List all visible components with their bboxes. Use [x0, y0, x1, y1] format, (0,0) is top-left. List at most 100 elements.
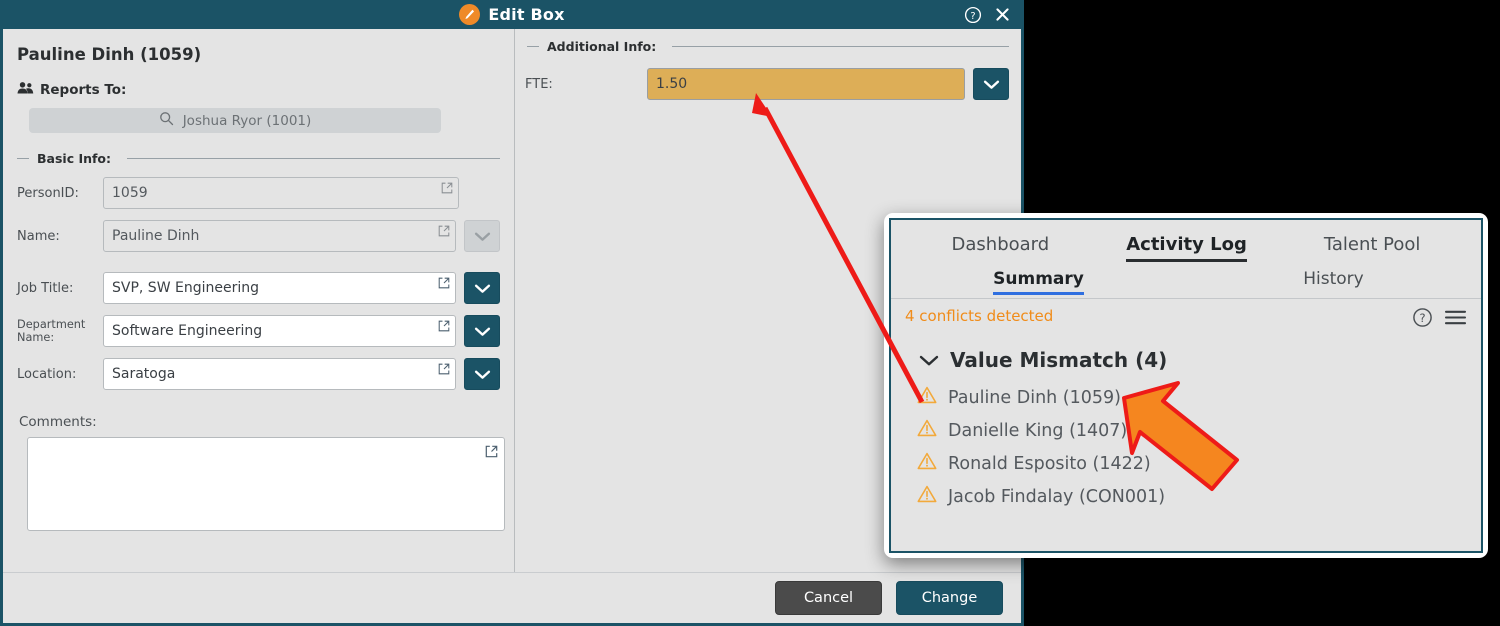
- basic-info-legend: Basic Info:: [15, 151, 500, 166]
- field-row-fte: FTE: 1.50: [525, 68, 1009, 100]
- titlebar-actions: ?: [964, 0, 1011, 29]
- field-label-personid: PersonID:: [17, 185, 79, 201]
- activity-log-content: 4 conflicts detected ? Value Mismatch (4…: [891, 298, 1481, 551]
- conflict-list: Pauline Dinh (1059) Danielle King (1407): [917, 381, 1467, 513]
- field-row-job-title: Job Title: SVP, SW Engineering: [15, 272, 500, 304]
- field-row-department-name: Department Name: Software Engineering: [15, 315, 500, 347]
- tab-summary-label: Summary: [993, 269, 1084, 295]
- list-item-label: Ronald Esposito (1422): [948, 453, 1151, 474]
- fte-input[interactable]: 1.50: [647, 68, 965, 100]
- titlebar-center: Edit Box: [3, 0, 1021, 29]
- chevron-down-icon: [474, 232, 490, 241]
- conflict-count-text: 4 conflicts detected: [905, 307, 1054, 325]
- popout-icon[interactable]: [485, 443, 498, 462]
- name-dropdown-button[interactable]: [464, 220, 500, 252]
- chevron-down-icon: [919, 348, 939, 372]
- conflict-header: 4 conflicts detected ?: [905, 307, 1467, 332]
- edit-box-dialog: Edit Box ? Pauline Dinh (1059) Reports T…: [0, 0, 1024, 626]
- warning-triangle-icon: [917, 485, 937, 508]
- comments-textarea[interactable]: [27, 437, 505, 531]
- legend-rule: [127, 158, 500, 159]
- field-row-name: Name: Pauline Dinh: [15, 220, 500, 252]
- department-name-value: Software Engineering: [112, 323, 263, 339]
- dialog-body: Pauline Dinh (1059) Reports To: Joshua R…: [3, 29, 1021, 574]
- department-name-input[interactable]: Software Engineering: [103, 315, 457, 347]
- dialog-footer: Cancel Change: [3, 572, 1021, 623]
- tab-activity-log[interactable]: Activity Log: [1126, 234, 1247, 262]
- help-circle-icon[interactable]: ?: [1412, 307, 1433, 332]
- job-title-dropdown-button[interactable]: [464, 272, 500, 304]
- close-icon[interactable]: [994, 6, 1011, 23]
- name-value: Pauline Dinh: [112, 228, 200, 244]
- legend-dash: [17, 158, 29, 159]
- list-item[interactable]: Jacob Findalay (CON001): [917, 480, 1467, 513]
- people-icon: [17, 80, 34, 99]
- comments-label: Comments:: [19, 414, 97, 430]
- field-label-department-name: Department Name:: [17, 318, 86, 344]
- chevron-down-icon: [474, 284, 490, 293]
- search-icon: [159, 111, 174, 130]
- screen-root: Edit Box ? Pauline Dinh (1059) Reports T…: [0, 0, 1500, 626]
- personid-input[interactable]: 1059: [103, 177, 459, 209]
- list-item[interactable]: Ronald Esposito (1422): [917, 447, 1467, 480]
- value-mismatch-group-header[interactable]: Value Mismatch (4): [919, 348, 1467, 372]
- list-item-label: Danielle King (1407): [948, 420, 1128, 441]
- left-pane: Pauline Dinh (1059) Reports To: Joshua R…: [3, 29, 514, 572]
- field-label-fte: FTE:: [525, 76, 553, 92]
- basic-info-legend-label: Basic Info:: [37, 151, 112, 166]
- legend-dash: [527, 46, 539, 47]
- popout-icon[interactable]: [438, 363, 450, 379]
- fte-value: 1.50: [656, 76, 688, 92]
- reports-to-label: Reports To:: [40, 81, 127, 98]
- popout-icon[interactable]: [438, 225, 450, 241]
- chevron-down-icon: [983, 80, 999, 89]
- additional-info-legend: Additional Info:: [525, 39, 1009, 54]
- list-item[interactable]: Danielle King (1407): [917, 414, 1467, 447]
- location-dropdown-button[interactable]: [464, 358, 500, 390]
- reports-to-search-input[interactable]: Joshua Ryor (1001): [29, 108, 441, 133]
- field-label-name: Name:: [17, 228, 60, 244]
- personid-value: 1059: [112, 185, 148, 201]
- warning-triangle-icon: [917, 419, 937, 442]
- popout-icon[interactable]: [438, 320, 450, 336]
- legend-rule: [672, 46, 1009, 47]
- additional-info-legend-label: Additional Info:: [547, 39, 657, 54]
- change-button[interactable]: Change: [896, 581, 1003, 615]
- tab-talent-pool[interactable]: Talent Pool: [1324, 234, 1421, 262]
- field-row-location: Location: Saratoga: [15, 358, 500, 390]
- reports-to-value: Joshua Ryor (1001): [182, 112, 312, 129]
- location-input[interactable]: Saratoga: [103, 358, 457, 390]
- list-item[interactable]: Pauline Dinh (1059): [917, 381, 1467, 414]
- svg-text:?: ?: [1419, 311, 1425, 325]
- field-row-personid: PersonID: 1059: [15, 177, 500, 209]
- department-name-dropdown-button[interactable]: [464, 315, 500, 347]
- job-title-value: SVP, SW Engineering: [112, 280, 259, 296]
- popout-icon[interactable]: [441, 182, 453, 198]
- fte-dropdown-button[interactable]: [973, 68, 1009, 100]
- dialog-title: Edit Box: [488, 5, 565, 24]
- warning-triangle-icon: [917, 386, 937, 409]
- tab-history[interactable]: History: [1186, 269, 1481, 298]
- main-tabs: Dashboard Activity Log Talent Pool: [891, 220, 1481, 262]
- tab-history-label: History: [1303, 269, 1364, 289]
- field-label-job-title: Job Title:: [17, 280, 74, 296]
- page-title: Pauline Dinh (1059): [17, 45, 202, 64]
- tab-summary[interactable]: Summary: [891, 269, 1186, 298]
- cancel-button[interactable]: Cancel: [775, 581, 882, 615]
- pencil-circle-icon: [459, 4, 481, 25]
- help-circle-icon[interactable]: ?: [964, 6, 982, 24]
- dialog-titlebar: Edit Box ?: [3, 0, 1021, 29]
- hamburger-menu-icon[interactable]: [1444, 308, 1467, 331]
- chevron-down-icon: [474, 370, 490, 379]
- basic-info-group: Basic Info: PersonID: 1059 Name: Pauline…: [15, 151, 500, 390]
- sub-tabs: Summary History: [891, 262, 1481, 298]
- location-value: Saratoga: [112, 366, 176, 382]
- list-item-label: Pauline Dinh (1059): [948, 387, 1122, 408]
- svg-text:?: ?: [970, 10, 975, 21]
- activity-log-panel: Dashboard Activity Log Talent Pool Summa…: [889, 218, 1483, 553]
- popout-icon[interactable]: [438, 277, 450, 293]
- value-mismatch-title: Value Mismatch (4): [950, 348, 1168, 372]
- tab-dashboard[interactable]: Dashboard: [952, 234, 1050, 262]
- job-title-input[interactable]: SVP, SW Engineering: [103, 272, 457, 304]
- name-input[interactable]: Pauline Dinh: [103, 220, 457, 252]
